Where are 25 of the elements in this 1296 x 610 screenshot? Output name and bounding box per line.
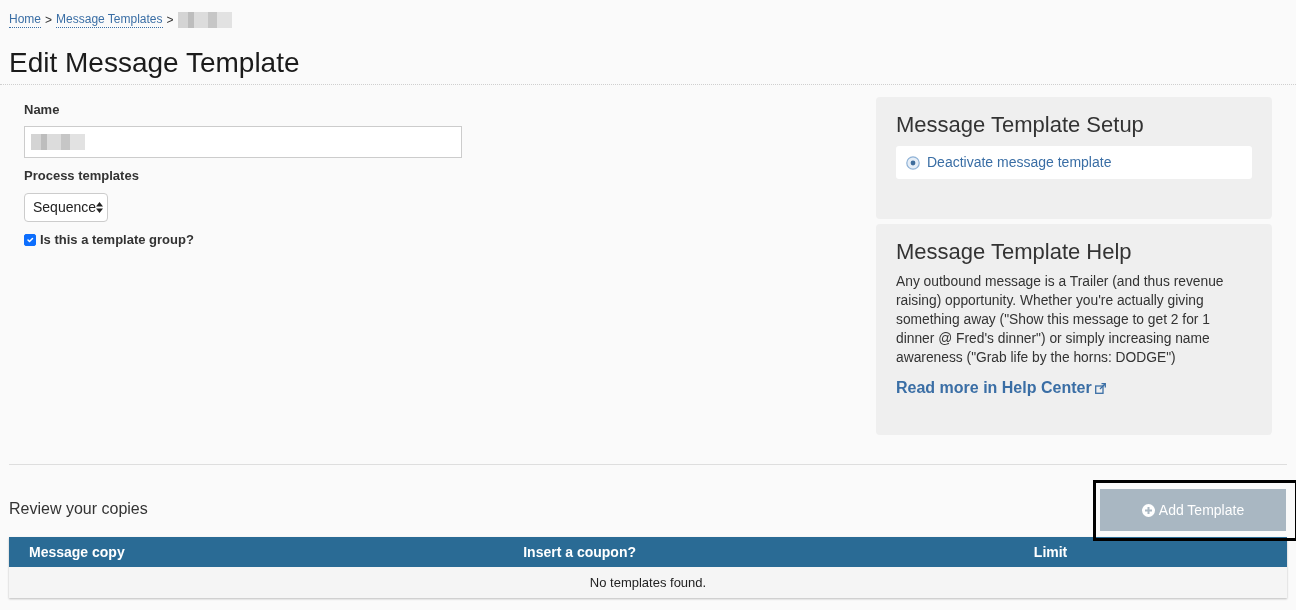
column-header: Message copy (9, 537, 346, 567)
empty-table-message: No templates found. (9, 567, 1287, 598)
dot-circle-icon (906, 155, 920, 170)
name-input-field[interactable] (24, 126, 462, 158)
panel-title: Message Template Help (896, 238, 1133, 266)
breadcrumb-link[interactable]: Home (9, 12, 41, 28)
help-text: Any outbound message is a Trailer (and thus revenue raising) opportunity. Whether you're actually giving something away ("Show this message to get 2 for 1 dinner @ Fred's dinner") or simply increasing name awareness ("Grab life by the horns: DODGE") (896, 273, 1225, 367)
section-title: Review your copies (9, 498, 148, 519)
checkbox-label: Is this a template group? (40, 231, 194, 249)
process-templates-select[interactable]: Sequence (24, 193, 108, 222)
column-header: Limit (814, 537, 1287, 567)
breadcrumb-link[interactable]: Message Templates (56, 12, 163, 28)
field-label: Name (24, 101, 60, 119)
column-header: Insert a coupon? (345, 537, 815, 567)
breadcrumb-separator: > (166, 12, 174, 29)
deactivate-link[interactable]: Deactivate message template (927, 152, 1112, 173)
field-label: Process templates (24, 167, 139, 185)
page-title: Edit Message Template (9, 46, 300, 80)
breadcrumb-separator: > (45, 12, 53, 29)
panel-title: Message Template Setup (896, 111, 1145, 139)
template-group-checkbox[interactable] (24, 234, 36, 246)
updown-arrows-icon (96, 202, 104, 213)
plus-circle-icon (1141, 503, 1155, 517)
external-link-icon (1094, 382, 1106, 394)
help-center-link[interactable]: Read more in Help Center (896, 377, 1106, 399)
